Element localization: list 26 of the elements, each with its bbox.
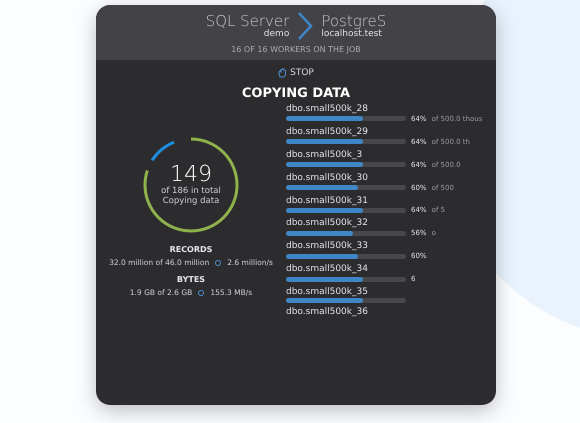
- chevron-icon: [297, 11, 314, 41]
- stat-label: BYTES: [176, 275, 206, 284]
- dot-icon: [215, 260, 222, 266]
- workers-text: 16 OF 16 WORKERS ON THE JOB: [231, 45, 361, 54]
- source-host: demo: [264, 29, 290, 40]
- table-name: dbo.small500k_30: [286, 174, 369, 184]
- copied-count: 149: [170, 164, 212, 186]
- table-name: dbo.small500k_34: [286, 265, 369, 276]
- section-heading: COPYING DATA: [242, 86, 350, 101]
- status-text: Copying data: [162, 196, 220, 206]
- hand-icon: [278, 68, 288, 78]
- target-host: localhost.test: [321, 29, 382, 40]
- target-name: PostgreS: [321, 12, 386, 30]
- table-name: dbo.small500k_35: [286, 288, 369, 298]
- table-name: dbo.small500k_29: [286, 128, 369, 138]
- table-name: dbo.small500k_32: [286, 219, 369, 230]
- table-name: dbo.small500k_3: [286, 150, 364, 161]
- table-name: dbo.small500k_36: [286, 308, 369, 318]
- table-name: dbo.small500k_28: [286, 105, 369, 115]
- stop-button[interactable]: STOP: [274, 66, 318, 80]
- source-name: SQL Server: [206, 12, 290, 30]
- table-name: dbo.small500k_33: [286, 242, 369, 252]
- dot-icon: [198, 290, 204, 296]
- table-name: dbo.small500k_31: [286, 196, 369, 206]
- stat-label: RECORDS: [170, 245, 212, 254]
- total-text: of 186 in total: [161, 186, 221, 196]
